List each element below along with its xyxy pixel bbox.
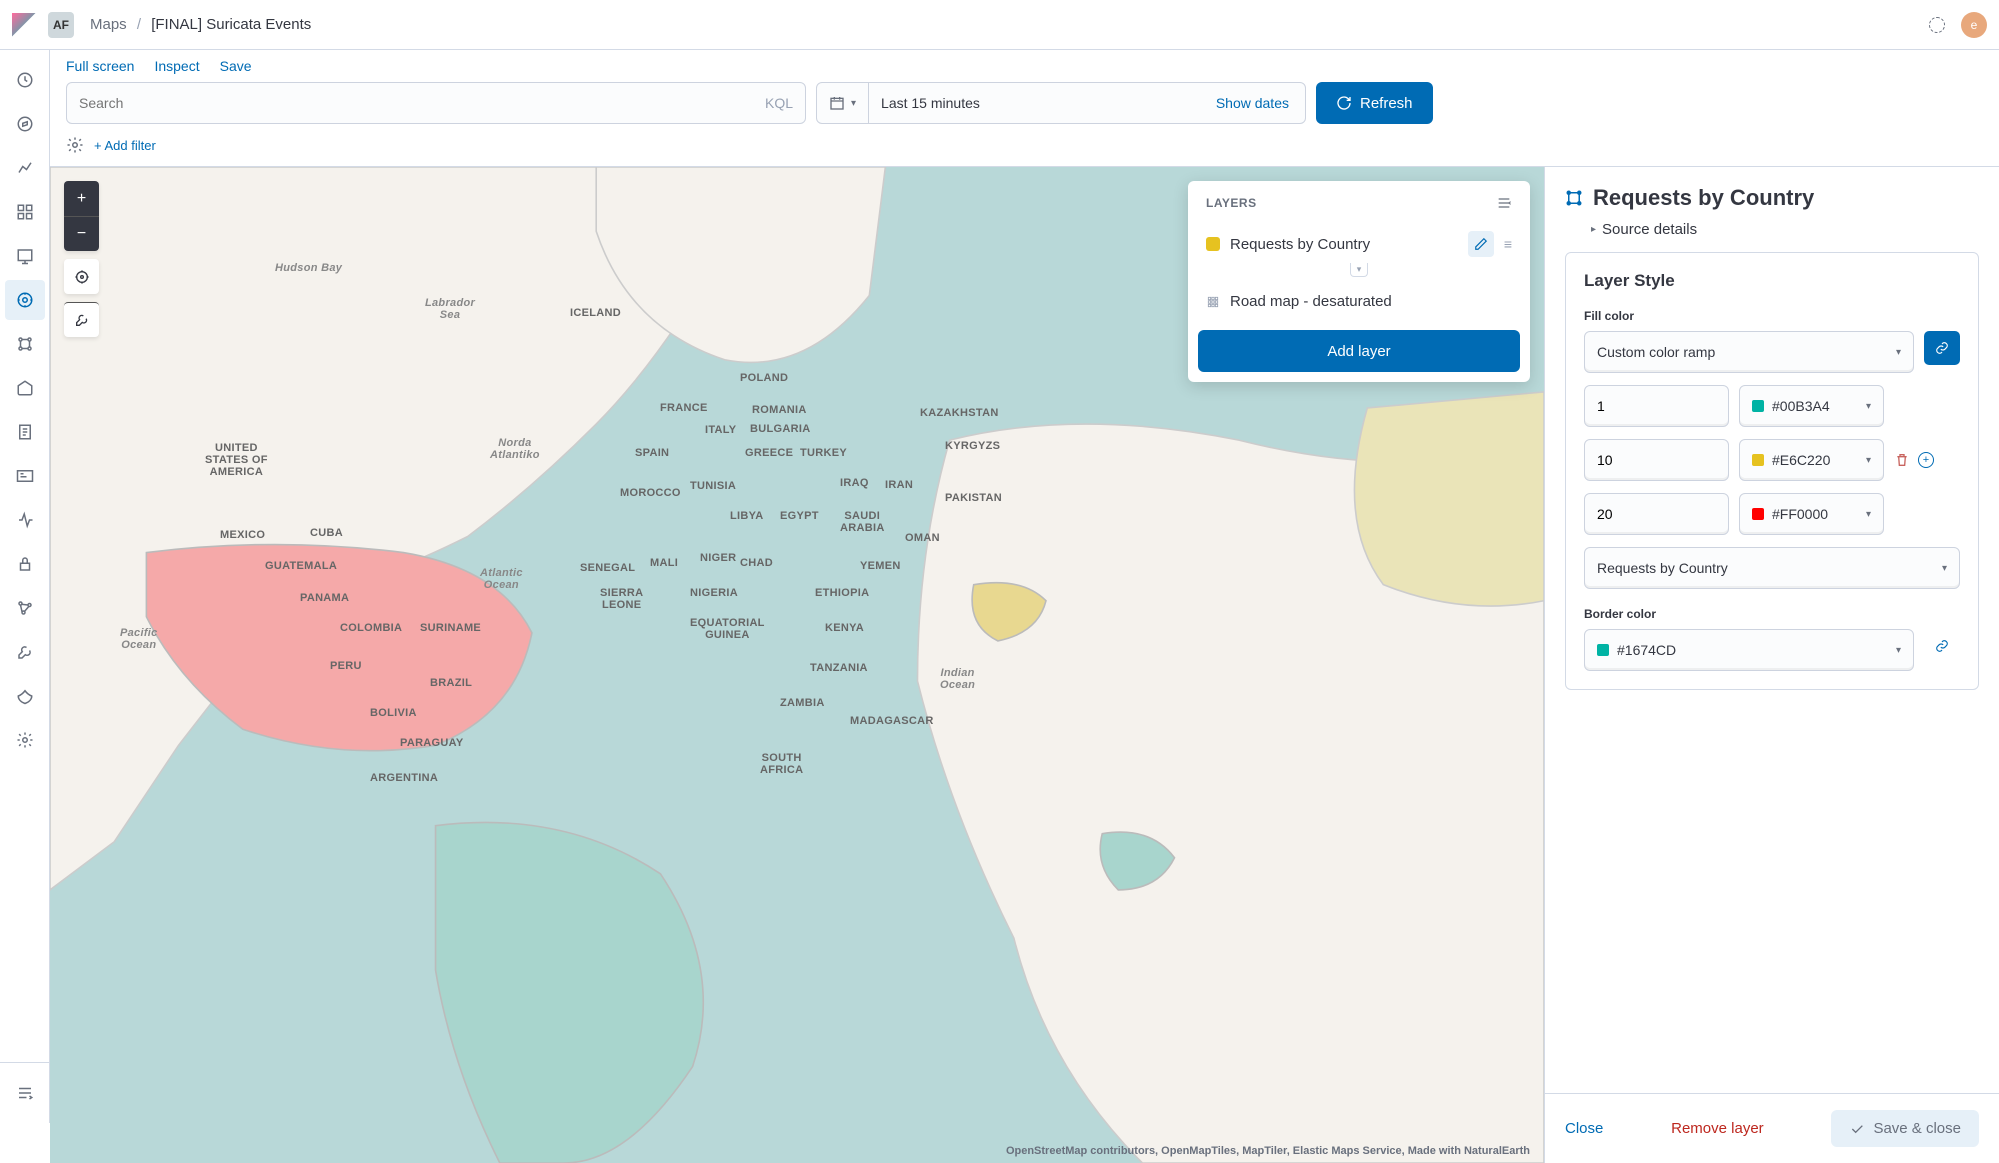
grid-icon [1206,295,1220,309]
save-close-button[interactable]: Save & close [1831,1110,1979,1147]
layer-settings-panel: Requests by Country ▸ Source details Lay… [1544,167,1999,1163]
layer-name-label: Road map - desaturated [1230,293,1512,310]
nav-infra-icon[interactable] [5,368,45,408]
nav-ml-icon[interactable] [5,324,45,364]
collapse-layers-icon[interactable] [1496,195,1512,211]
search-input[interactable] [79,95,765,111]
stop-value-input[interactable] [1584,385,1729,427]
nav-dashboard-icon[interactable] [5,192,45,232]
field-select[interactable]: Requests by Country ▾ [1584,547,1960,589]
stop-value-input[interactable] [1584,493,1729,535]
layer-item[interactable]: Requests by Country ≡ [1188,221,1530,267]
map-attribution: OpenStreetMap contributors, OpenMapTiles… [1006,1145,1530,1157]
date-quick-select[interactable]: ▾ [817,83,869,123]
color-swatch [1597,644,1609,656]
kibana-logo[interactable] [12,13,36,37]
add-stop-icon[interactable]: + [1918,452,1934,468]
date-range-text[interactable]: Last 15 minutes [869,95,1200,111]
color-swatch [1752,508,1764,520]
nav-canvas-icon[interactable] [5,236,45,276]
border-color-select[interactable]: #1674CD ▾ [1584,629,1914,671]
filter-settings-icon[interactable] [66,136,84,154]
nav-discover-icon[interactable] [5,104,45,144]
nav-graph-icon[interactable] [5,588,45,628]
nav-uptime-icon[interactable] [5,500,45,540]
nav-visualize-icon[interactable] [5,148,45,188]
border-link-button[interactable] [1924,629,1960,663]
add-layer-button[interactable]: Add layer [1198,330,1520,372]
settings-title: Requests by Country [1593,185,1814,211]
zoom-out-button[interactable]: − [64,216,99,251]
stop-color-select[interactable]: #E6C220 ▾ [1739,439,1884,481]
stop-color-select[interactable]: #FF0000 ▾ [1739,493,1884,535]
border-color-label: Border color [1584,607,1960,621]
side-nav [0,50,50,1123]
nav-collapse-icon[interactable] [5,1073,45,1113]
nav-maps-icon[interactable] [5,280,45,320]
save-link[interactable]: Save [220,58,252,74]
add-filter-link[interactable]: + Add filter [94,138,156,153]
zoom-in-button[interactable]: + [64,181,99,216]
breadcrumb-app[interactable]: Maps [90,16,127,33]
ramp-mode-select[interactable]: Custom color ramp ▾ [1584,331,1914,373]
nav-monitoring-icon[interactable] [5,676,45,716]
nav-siem-icon[interactable] [5,544,45,584]
stop-value-input[interactable] [1584,439,1729,481]
nav-apm-icon[interactable] [5,456,45,496]
layers-panel: LAYERS Requests by Country ≡ ▾ Road map … [1188,181,1530,382]
layer-expand-toggle[interactable]: ▾ [1350,263,1368,277]
space-badge[interactable]: AF [48,12,74,38]
layer-type-icon [1565,189,1583,207]
delete-stop-icon[interactable] [1894,452,1910,468]
fit-bounds-button[interactable] [64,259,99,294]
show-dates-link[interactable]: Show dates [1200,95,1305,111]
layer-swatch-icon [1206,237,1220,251]
color-swatch [1752,454,1764,466]
source-details-toggle[interactable]: ▸ Source details [1591,221,1979,238]
user-avatar[interactable]: e [1961,12,1987,38]
drag-handle-icon[interactable]: ≡ [1504,236,1512,252]
dynamic-link-button[interactable] [1924,331,1960,365]
tools-button[interactable] [64,302,99,337]
map-canvas[interactable]: ICELAND UNITED STATES OF AMERICA MEXICO … [50,167,1544,1163]
kql-label[interactable]: KQL [765,95,793,111]
color-swatch [1752,400,1764,412]
edit-layer-icon[interactable] [1468,231,1494,257]
style-section-title: Layer Style [1584,271,1960,291]
search-box[interactable]: KQL [66,82,806,124]
breadcrumb: Maps / [FINAL] Suricata Events [90,16,311,33]
layer-name-label: Requests by Country [1230,236,1458,253]
nav-logs-icon[interactable] [5,412,45,452]
layer-item[interactable]: Road map - desaturated [1188,283,1530,320]
nav-devtools-icon[interactable] [5,632,45,672]
nav-recent-icon[interactable] [5,60,45,100]
stop-color-select[interactable]: #00B3A4 ▾ [1739,385,1884,427]
breadcrumb-title: [FINAL] Suricata Events [151,16,311,33]
fullscreen-link[interactable]: Full screen [66,58,134,74]
inspect-link[interactable]: Inspect [154,58,199,74]
refresh-button[interactable]: Refresh [1316,82,1433,124]
fill-color-label: Fill color [1584,309,1960,323]
nav-management-icon[interactable] [5,720,45,760]
layers-title: LAYERS [1206,196,1257,210]
help-icon[interactable] [1929,17,1945,33]
